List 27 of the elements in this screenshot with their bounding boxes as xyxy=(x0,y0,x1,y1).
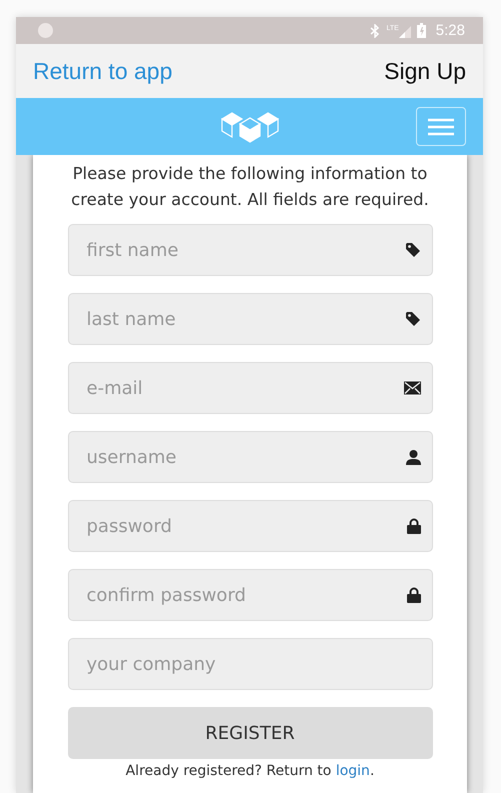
tag-icon xyxy=(404,311,420,327)
return-to-app-link[interactable]: Return to app xyxy=(33,58,172,84)
input-field[interactable]: first name xyxy=(68,224,432,276)
input-field[interactable]: password xyxy=(68,500,432,552)
notification-dot-icon xyxy=(38,23,53,38)
menu-icon xyxy=(428,118,454,136)
input-field[interactable]: last name xyxy=(68,293,432,345)
input-field[interactable]: your company xyxy=(68,638,432,690)
tag-icon xyxy=(404,242,420,258)
intro-text: Please provide the following information to create your account. All fields are required. xyxy=(70,163,430,211)
input-field[interactable]: username xyxy=(68,431,432,483)
lock-icon xyxy=(406,587,420,603)
user-icon xyxy=(406,449,420,465)
menu-button[interactable] xyxy=(416,107,466,146)
cubes-logo-icon xyxy=(220,110,280,144)
register-button[interactable]: REGISTER xyxy=(68,707,432,759)
bluetooth-icon xyxy=(370,24,380,38)
signal-icon xyxy=(398,24,411,38)
login-prompt-text: Already registered? Return to login. xyxy=(126,763,374,779)
clock-time: 5:28 xyxy=(436,22,465,39)
envelope-icon xyxy=(404,382,420,394)
battery-icon xyxy=(416,23,426,38)
input-field[interactable]: confirm password xyxy=(68,569,432,621)
login-link[interactable]: login xyxy=(336,763,370,779)
input-field[interactable]: e-mail xyxy=(68,362,432,414)
page-title: Sign Up xyxy=(384,58,466,84)
lock-icon xyxy=(406,518,420,534)
